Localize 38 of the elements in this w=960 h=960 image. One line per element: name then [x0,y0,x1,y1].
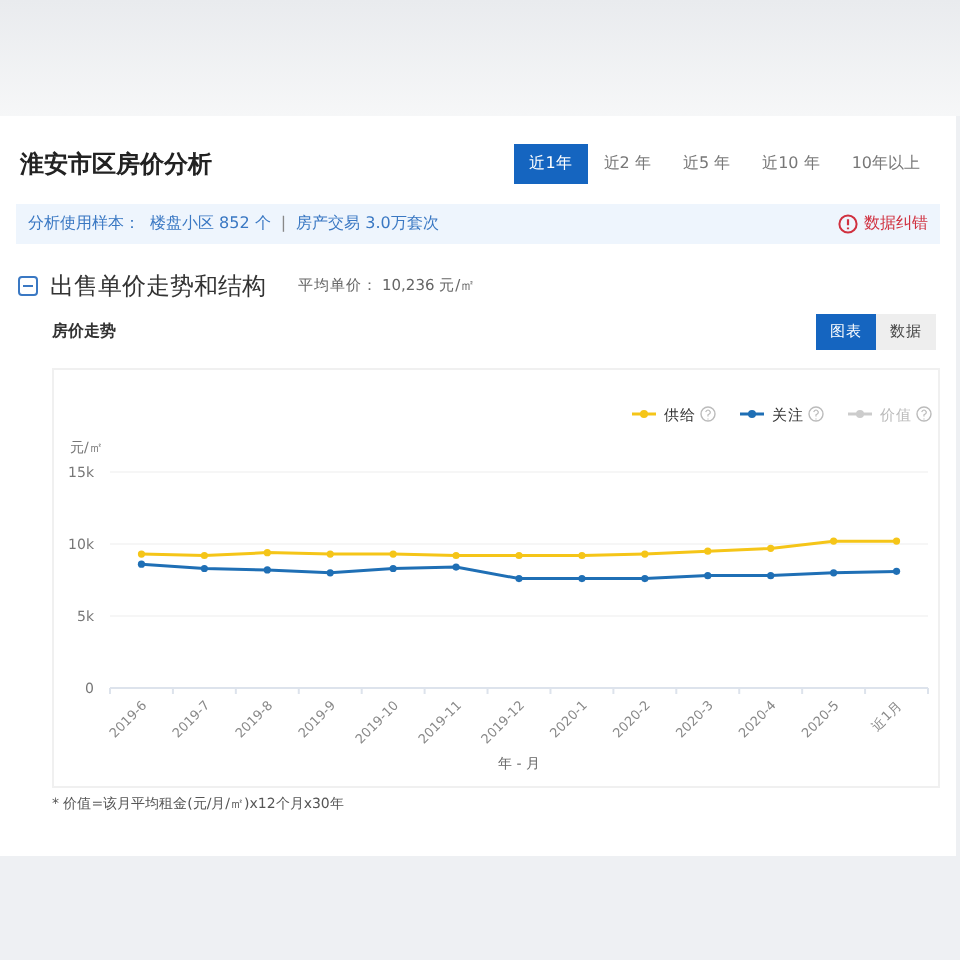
point [326,550,334,558]
point [641,550,649,558]
point [892,537,901,545]
point [389,564,397,573]
point [137,560,146,568]
alert-icon [838,214,858,234]
sample-label: 分析使用样本： [28,212,140,236]
report-error-link[interactable]: 数据纠错 [864,212,928,236]
point [452,551,460,560]
point [830,569,838,577]
point [263,566,271,574]
point [452,563,460,571]
point [263,549,271,557]
sample-communities: 楼盘小区 852 个 [150,212,271,236]
point [578,551,586,560]
chart-title: 房价走势 [52,320,116,344]
range-tab[interactable]: 近1年 [513,144,588,184]
separator: | [280,212,287,236]
point [389,550,397,558]
section-title: 出售单价走势和结构 [50,270,266,304]
point [200,551,208,560]
help-icon[interactable] [808,406,824,422]
help-icon[interactable] [916,406,932,422]
point [137,550,146,558]
point [515,574,523,583]
page-title: 淮安市区房价分析 [20,148,212,182]
point [200,564,208,573]
point [767,572,775,580]
point [641,574,649,583]
point [326,569,334,577]
collapse-icon[interactable] [18,276,38,296]
sample-trades: 房产交易 3.0万套次 [296,212,439,236]
point [830,537,838,545]
point [704,547,712,555]
point [704,572,712,580]
help-icon[interactable] [700,406,716,422]
point [767,544,775,552]
point [892,567,901,575]
